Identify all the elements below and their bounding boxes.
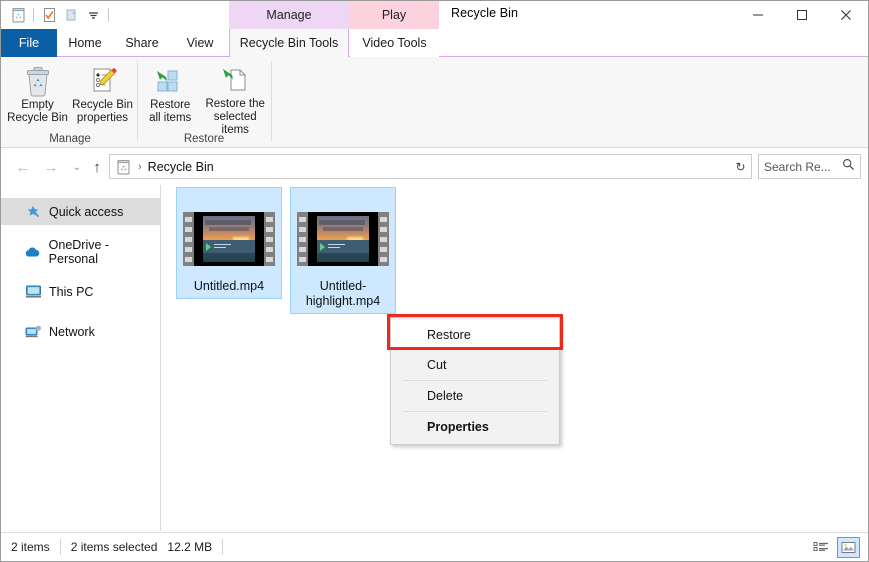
tab-file[interactable]: File [1,29,57,57]
list-item-label: Untitled-highlight.mp4 [305,279,381,308]
ribbon-group-manage: Empty Recycle Bin Recycle Bin properties… [5,57,135,148]
status-item-count: 2 items [11,540,50,554]
empty-recycle-bin-icon [23,64,53,97]
restore-all-items-icon [154,64,186,97]
video-thumbnail [181,202,277,276]
sidebar-item-this-pc-label: This PC [49,284,94,299]
view-mode-buttons [810,537,860,558]
monitor-icon [23,283,43,301]
context-menu-item-restore[interactable]: Restore [391,320,559,350]
status-selection-size: 12.2 MB [167,540,213,554]
status-bar: 2 items 2 items selected 12.2 MB [1,532,868,561]
contextual-tab-manage[interactable]: Manage [229,1,349,29]
breadcrumb-separator: › [138,160,142,173]
ribbon-tab-row: File Home Share View Recycle Bin Tools V… [1,29,868,77]
film-perforations-left [183,212,194,266]
search-box[interactable]: Search Re... [758,154,861,179]
breadcrumb-recycle-bin-icon [115,158,132,175]
list-item[interactable]: Untitled.mp4 [176,187,282,299]
film-perforations-right [378,212,389,266]
restore-all-items-label: Restore all items [149,99,192,124]
search-icon[interactable] [842,158,855,176]
nav-spacer-3 [1,305,160,318]
status-divider-2 [222,539,224,555]
navigation-pane: Quick access OneDrive - Personal This PC [1,185,161,531]
cloud-icon [23,243,43,261]
ribbon-divider-2 [271,61,272,141]
ribbon-divider-1 [137,61,138,141]
tab-share[interactable]: Share [113,29,171,57]
sidebar-item-this-pc[interactable]: This PC [1,278,160,305]
customize-qat-icon[interactable] [82,4,104,26]
forward-button[interactable]: → [39,155,63,179]
tab-recycle-bin-tools[interactable]: Recycle Bin Tools [229,29,349,57]
breadcrumb-text: Recycle Bin [147,159,214,174]
ribbon: Empty Recycle Bin Recycle Bin properties… [1,57,868,148]
nav-spacer-1 [1,225,160,238]
sidebar-item-onedrive[interactable]: OneDrive - Personal [1,237,160,266]
maximize-button[interactable] [780,1,824,29]
sidebar-item-network[interactable]: Network [1,318,160,345]
sidebar-item-network-label: Network [49,324,95,339]
back-button[interactable]: ← [11,155,35,179]
recycle-bin-properties-icon [88,64,118,97]
window-title: Recycle Bin [451,6,519,20]
tab-home[interactable]: Home [57,29,113,57]
contextual-tab-manage-label: Manage [266,8,312,22]
sidebar-item-quick-access[interactable]: Quick access [1,198,160,225]
tab-video-tools[interactable]: Video Tools [350,29,439,57]
recycle-bin-properties-label: Recycle Bin properties [72,99,133,124]
recycle-bin-properties-button[interactable]: Recycle Bin properties [70,60,135,125]
restore-selected-items-label: Restore the selected items [205,98,265,136]
restore-selected-items-icon [219,64,251,96]
contextual-tab-play[interactable]: Play [349,1,439,29]
list-item-label: Untitled.mp4 [193,279,265,293]
large-icons-view-button[interactable] [837,537,860,558]
title-bar: Manage Play Recycle Bin [1,1,868,29]
nav-top-spacer [1,185,160,198]
qat-separator-2 [108,8,109,22]
properties-icon[interactable] [38,4,60,26]
quick-access-toolbar [7,3,113,27]
film-perforations-left [297,212,308,266]
ribbon-group-restore: Restore all items Restore the selected i… [139,57,269,148]
status-selection-count: 2 items selected [70,540,158,554]
empty-recycle-bin-label: Empty Recycle Bin [7,99,68,124]
contextual-tab-play-label: Play [381,8,407,22]
window-controls [736,1,868,29]
restore-all-items-button[interactable]: Restore all items [139,60,201,125]
list-item[interactable]: Untitled-highlight.mp4 [290,187,396,314]
video-thumbnail [295,202,391,276]
tab-view[interactable]: View [171,29,229,57]
recycle-bin-icon[interactable] [7,4,29,26]
context-menu: Restore Cut Delete Properties [390,317,560,445]
film-perforations-right [264,212,275,266]
ribbon-group-restore-title: Restore [183,133,225,145]
sidebar-item-onedrive-label: OneDrive - Personal [48,237,110,266]
close-button[interactable] [824,1,868,29]
context-menu-item-cut[interactable]: Cut [391,350,559,380]
search-placeholder: Search Re... [764,159,831,174]
context-menu-item-delete[interactable]: Delete [391,381,559,411]
up-button[interactable]: ↑ [85,155,109,179]
nav-spacer-2 [1,265,160,278]
pin-star-icon [23,203,43,221]
ribbon-group-manage-title: Manage [49,133,91,145]
network-icon [23,323,43,341]
new-folder-icon[interactable] [60,4,82,26]
refresh-button[interactable]: ↻ [730,154,752,179]
sidebar-item-quick-access-label: Quick access [49,204,124,219]
details-view-button[interactable] [810,537,833,558]
empty-recycle-bin-button[interactable]: Empty Recycle Bin [5,60,70,125]
breadcrumb[interactable]: › Recycle Bin ⌄ [109,154,747,179]
address-bar: ← → ⌄ ↑ › Recycle Bin ⌄ ↻ Search Re... [1,149,868,185]
restore-selected-items-button[interactable]: Restore the selected items [201,60,269,136]
context-menu-item-properties[interactable]: Properties [391,412,559,442]
minimize-button[interactable] [736,1,780,29]
file-explorer-window: Manage Play Recycle Bin File Home Share … [0,0,869,562]
qat-separator-1 [33,8,34,22]
